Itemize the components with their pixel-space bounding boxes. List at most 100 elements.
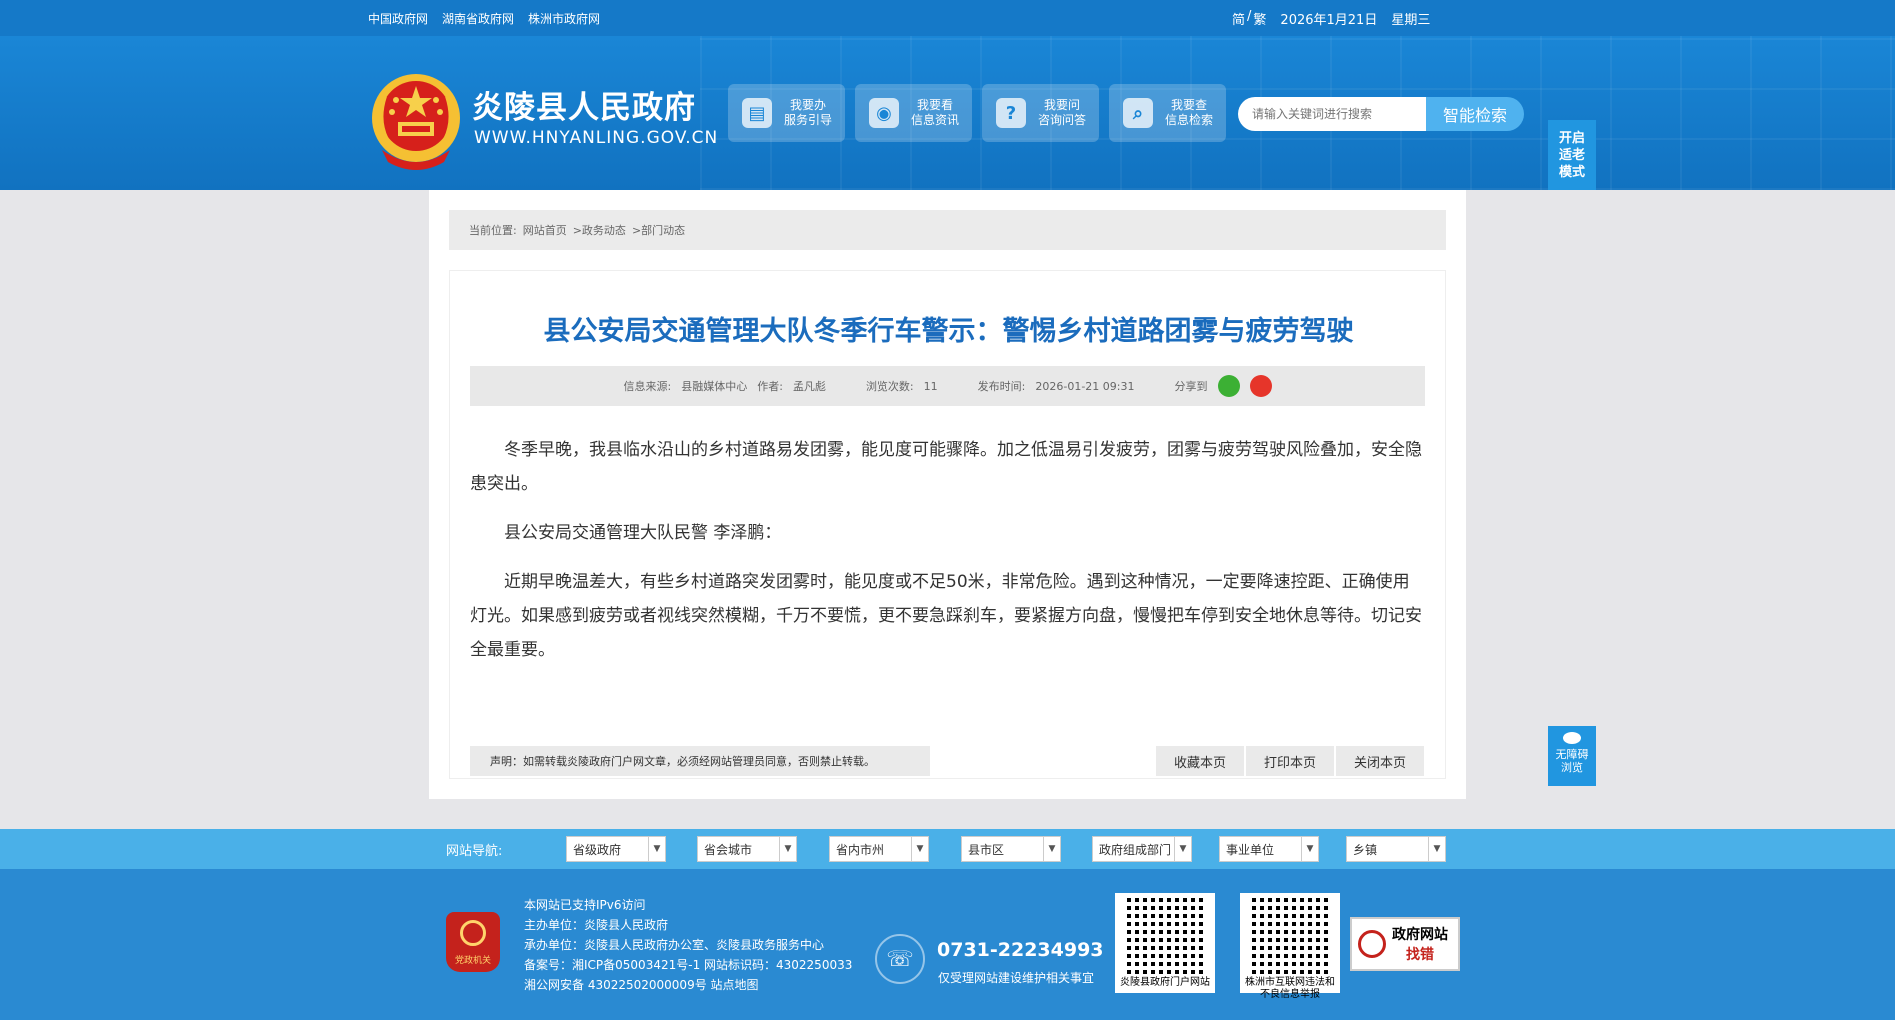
print-button[interactable]: 打印本页 xyxy=(1246,746,1334,776)
find-error-line2: 找错 xyxy=(1406,947,1434,963)
eye-icon xyxy=(1563,732,1581,744)
service-ask[interactable]: ? 我要问 咨询问答 xyxy=(982,84,1099,142)
share-label: 分享到 xyxy=(1174,380,1208,393)
bookmark-button[interactable]: 收藏本页 xyxy=(1156,746,1244,776)
source-label: 信息来源: xyxy=(623,380,672,393)
select-capital[interactable]: 省会城市 ▼ xyxy=(697,836,797,862)
site-header: 炎陵县人民政府 WWW.HNYANLING.GOV.CN ▤ 我要办 服务引导 ◉… xyxy=(0,36,1895,190)
weibo-icon[interactable] xyxy=(1249,375,1272,397)
paragraph-1: 冬季早晚，我县临水沿山的乡村道路易发团雾，能见度可能骤降。加之低温易引发疲劳，团… xyxy=(470,440,1422,494)
qr-code-report: 株洲市互联网违法和不良信息举报 xyxy=(1240,893,1340,1000)
breadcrumb-dept[interactable]: >部门动态 xyxy=(632,222,685,238)
service-do-line1: 我要办 xyxy=(790,98,827,112)
paragraph-3: 近期早晚温差大，有些乡村道路突发团雾时，能见度或不足50米，非常危险。遇到这种情… xyxy=(470,572,1422,660)
wechat-icon[interactable] xyxy=(1217,375,1240,397)
eye-icon: ◉ xyxy=(869,98,899,128)
chevron-down-icon: ▼ xyxy=(648,837,665,861)
select-town-value: 乡镇 xyxy=(1353,842,1378,857)
document-icon: ▤ xyxy=(742,98,772,128)
footer-ipv6: 本网站已支持IPv6访问 xyxy=(524,898,646,912)
language-switch: 简 / 繁 xyxy=(1232,9,1266,28)
link-hunan-gov[interactable]: 湖南省政府网 xyxy=(442,10,514,27)
lang-traditional[interactable]: 繁 xyxy=(1253,9,1266,28)
service-do[interactable]: ▤ 我要办 服务引导 xyxy=(728,84,845,142)
select-provincial[interactable]: 省级政府 ▼ xyxy=(566,836,666,862)
top-bar: 中国政府网 湖南省政府网 株洲市政府网 简 / 繁 2026年1月21日 星期三 xyxy=(0,0,1895,36)
select-city[interactable]: 省内市州 ▼ xyxy=(829,836,929,862)
views-value: 11 xyxy=(923,379,938,393)
close-page-button[interactable]: 关闭本页 xyxy=(1336,746,1424,776)
select-town[interactable]: 乡镇 ▼ xyxy=(1346,836,1446,862)
select-dept[interactable]: 政府组成部门 ▼ xyxy=(1092,836,1192,862)
qr-code-icon xyxy=(1252,898,1328,974)
footer-info: 本网站已支持IPv6访问 主办单位：炎陵县人民政府 承办单位：炎陵县人民政府办公… xyxy=(524,895,852,995)
elder-mode-line1: 开启 xyxy=(1558,131,1585,146)
footer-icp[interactable]: 备案号：湘ICP备05003421号-1 网站标识码：4302250033 xyxy=(524,955,852,975)
chevron-down-icon: ▼ xyxy=(1043,837,1060,861)
party-org-label: 党政机关 xyxy=(454,956,491,966)
current-weekday: 星期三 xyxy=(1391,12,1431,28)
lang-separator: / xyxy=(1247,8,1252,24)
chevron-down-icon: ▼ xyxy=(911,837,928,861)
chevron-down-icon: ▼ xyxy=(1301,837,1318,861)
accessibility-line1: 无障碍 xyxy=(1555,748,1589,761)
select-provincial-value: 省级政府 xyxy=(573,842,622,857)
source-value: 县融媒体中心 xyxy=(681,380,748,393)
find-error-button[interactable]: 政府网站 找错 xyxy=(1350,917,1460,971)
service-do-line2: 服务引导 xyxy=(784,113,833,127)
select-capital-value: 省会城市 xyxy=(704,842,753,857)
gov-links: 中国政府网 湖南省政府网 株洲市政府网 xyxy=(368,0,600,36)
select-institution[interactable]: 事业单位 ▼ xyxy=(1219,836,1319,862)
article-body: 冬季早晚，我县临水沿山的乡村道路易发团雾，能见度可能骤降。加之低温易引发疲劳，团… xyxy=(470,433,1425,682)
link-zhuzhou-gov[interactable]: 株洲市政府网 xyxy=(528,10,600,27)
qr-report-caption: 株洲市互联网违法和不良信息举报 xyxy=(1245,977,1335,1000)
paragraph-2: 县公安局交通管理大队民警 李泽鹏： xyxy=(504,523,782,543)
nav-label: 网站导航: xyxy=(446,843,503,859)
copyright-notice: 声明：如需转载炎陵政府门户网文章，必须经网站管理员同意，否则禁止转载。 xyxy=(470,746,930,776)
national-emblem-icon xyxy=(372,74,460,170)
select-city-value: 省内市州 xyxy=(836,842,885,857)
question-icon: ? xyxy=(996,98,1026,128)
link-china-gov[interactable]: 中国政府网 xyxy=(368,10,428,27)
elder-mode-line2: 适老 xyxy=(1558,148,1585,163)
page-actions: 收藏本页 打印本页 关闭本页 xyxy=(1156,746,1424,776)
time-value: 2026-01-21 09:31 xyxy=(1035,379,1135,393)
chevron-down-icon: ▼ xyxy=(779,837,796,861)
footer-organizer: 承办单位：炎陵县人民政府办公室、炎陵县政务服务中心 xyxy=(524,938,825,952)
article-title: 县公安局交通管理大队冬季行车警示：警惕乡村道路团雾与疲劳驾驶 xyxy=(543,316,1354,347)
elder-mode-line3: 模式 xyxy=(1558,165,1585,180)
select-institution-value: 事业单位 xyxy=(1226,842,1275,857)
breadcrumb-home[interactable]: 网站首页 xyxy=(523,222,567,238)
author-label: 作者: xyxy=(757,380,783,393)
search-input[interactable] xyxy=(1238,97,1426,131)
elder-mode-button[interactable]: 开启 适老 模式 xyxy=(1548,120,1596,190)
qr-code-portal: 炎陵县政府门户网站 xyxy=(1115,893,1215,993)
phone-icon: ☏ xyxy=(875,934,925,984)
footer-police[interactable]: 湘公网安备 43022502000009号 站点地图 xyxy=(524,975,852,995)
select-dept-value: 政府组成部门 xyxy=(1099,842,1172,857)
service-view-line1: 我要看 xyxy=(917,98,954,112)
select-county[interactable]: 县市区 ▼ xyxy=(961,836,1061,862)
service-search-line2: 信息检索 xyxy=(1165,113,1214,127)
service-ask-line2: 咨询问答 xyxy=(1038,113,1087,127)
breadcrumb: 当前位置: 网站首页 >政务动态 >部门动态 xyxy=(449,210,1446,250)
service-view-line2: 信息资讯 xyxy=(911,113,960,127)
accessibility-line2: 浏览 xyxy=(1561,761,1583,774)
search-icon: ⌕ xyxy=(1123,98,1153,128)
current-date: 2026年1月21日 xyxy=(1280,12,1378,28)
party-emblem-icon xyxy=(460,920,486,946)
service-search-line1: 我要查 xyxy=(1171,98,1208,112)
chevron-down-icon: ▼ xyxy=(1174,837,1191,861)
contact-phone-note: 仅受理网站建设维护相关事宜 xyxy=(938,971,1095,985)
site-navigation: 网站导航: 省级政府 ▼ 省会城市 ▼ 省内市州 ▼ 县市区 ▼ 政府组成部门 ▼ 事业单… xyxy=(0,829,1895,869)
breadcrumb-news[interactable]: >政务动态 xyxy=(573,222,626,238)
service-view[interactable]: ◉ 我要看 信息资讯 xyxy=(855,84,972,142)
lang-simplified[interactable]: 简 xyxy=(1232,9,1245,28)
select-county-value: 县市区 xyxy=(968,842,1005,857)
service-search[interactable]: ⌕ 我要查 信息检索 xyxy=(1109,84,1226,142)
party-org-badge[interactable]: 党政机关 xyxy=(446,912,500,972)
time-label: 发布时间: xyxy=(977,380,1026,393)
search-button[interactable]: 智能检索 xyxy=(1426,97,1524,131)
main-content: 当前位置: 网站首页 >政务动态 >部门动态 县公安局交通管理大队冬季行车警示：… xyxy=(429,190,1466,799)
accessibility-button[interactable]: 无障碍 浏览 xyxy=(1548,726,1596,786)
